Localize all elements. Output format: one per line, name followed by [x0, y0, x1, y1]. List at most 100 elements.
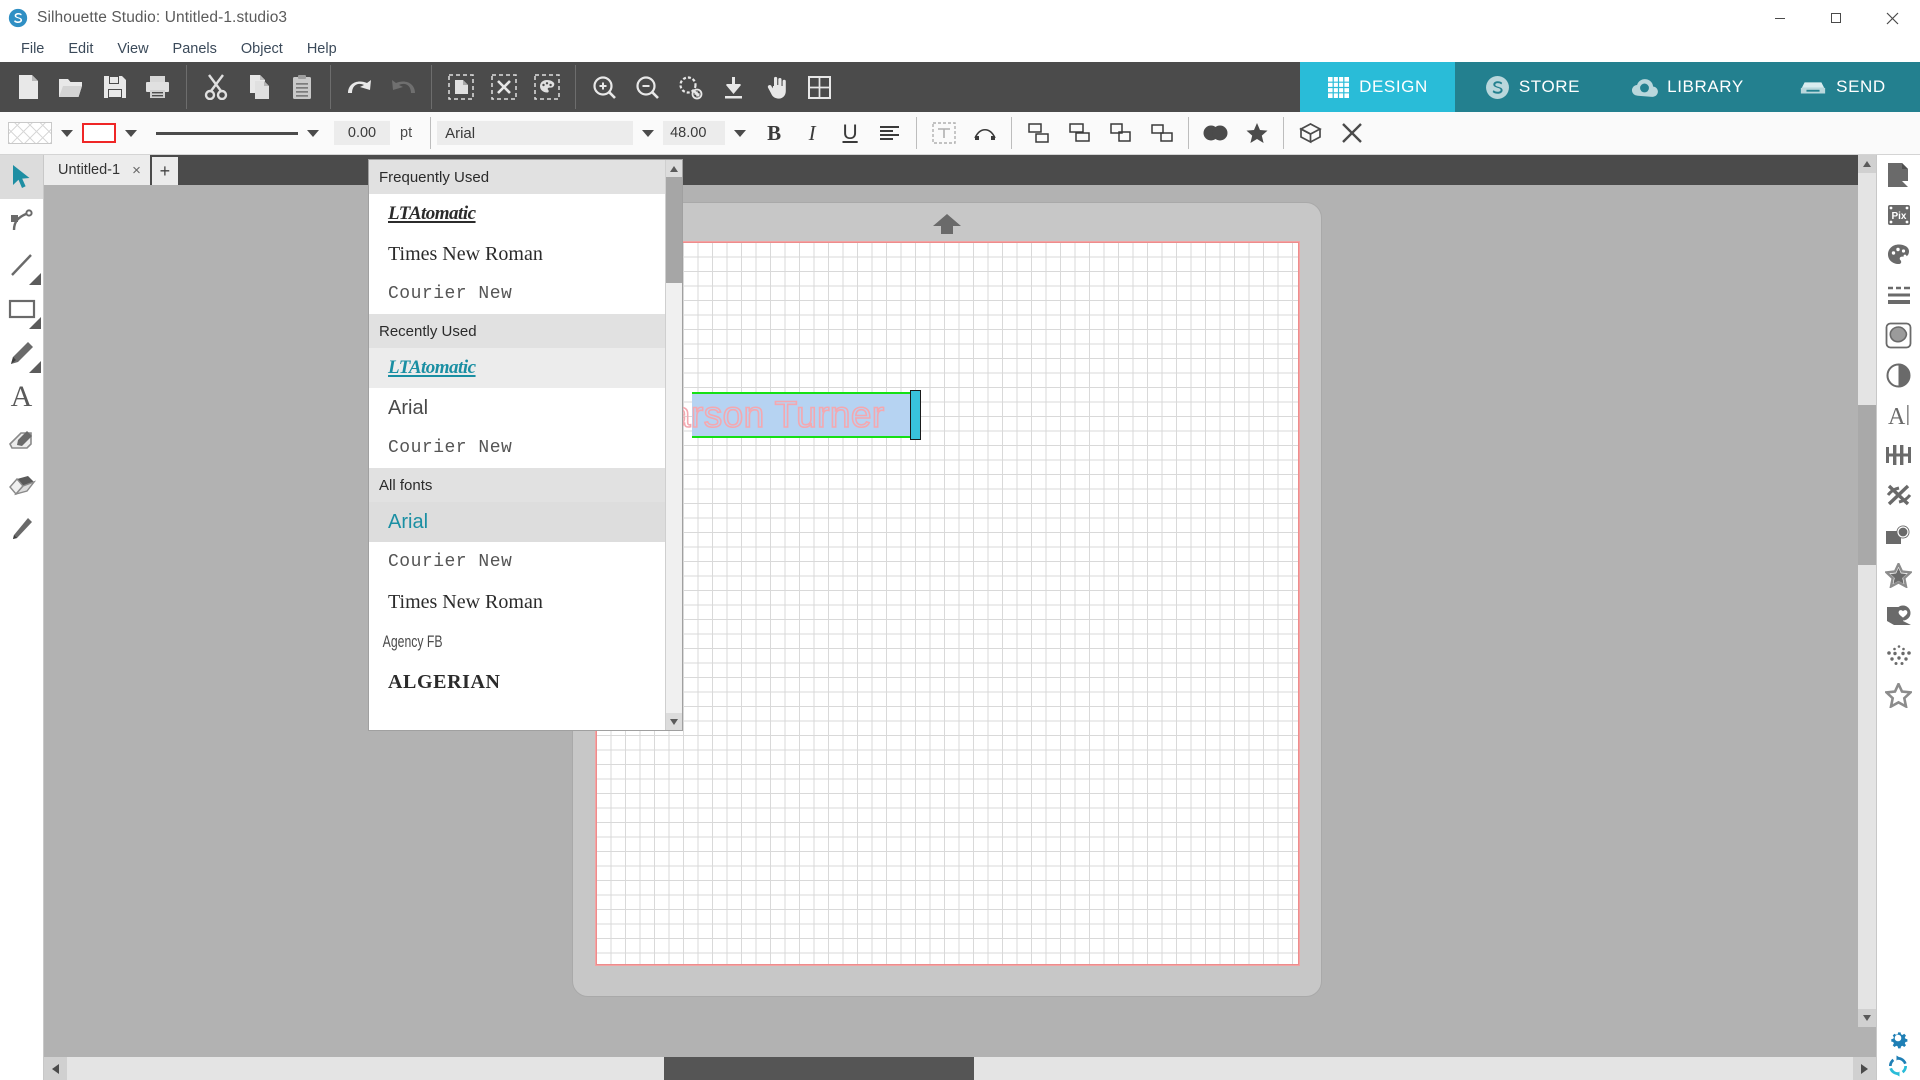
scroll-up-button[interactable]: [1858, 155, 1876, 173]
open-button[interactable]: [50, 65, 93, 109]
panel-offset[interactable]: [1877, 475, 1920, 515]
panel-modify[interactable]: [1877, 355, 1920, 395]
panel-page-setup[interactable]: [1877, 155, 1920, 195]
star-effects-button[interactable]: [1236, 115, 1277, 151]
panel-pixscan[interactable]: Pix: [1877, 195, 1920, 235]
menu-view[interactable]: View: [105, 39, 160, 59]
canvas-text-object[interactable]: arson Turner: [669, 390, 921, 440]
zoom-in-button[interactable]: [583, 65, 626, 109]
tab-send[interactable]: SEND: [1765, 62, 1920, 112]
close-button[interactable]: [1864, 0, 1920, 36]
menu-panels[interactable]: Panels: [161, 39, 229, 59]
font-option-courier-new[interactable]: Courier New: [369, 542, 665, 582]
font-option-ltatomatic-recent[interactable]: LTAtomatic: [369, 348, 665, 388]
font-size-dropdown-caret[interactable]: [734, 129, 747, 137]
knife-tool[interactable]: [0, 507, 43, 551]
panel-design-star[interactable]: [1877, 555, 1920, 595]
font-option-algerian[interactable]: ALGERIAN: [369, 662, 665, 702]
panel-line-style[interactable]: [1877, 275, 1920, 315]
scroll-down-button[interactable]: [1858, 1009, 1876, 1027]
select-all-button[interactable]: [439, 65, 482, 109]
font-family-dropdown[interactable]: Frequently Used LTAtomatic Times New Rom…: [368, 159, 683, 731]
font-list-scroll-down-button[interactable]: [666, 713, 682, 730]
zoom-selection-button[interactable]: [669, 65, 712, 109]
panel-fill[interactable]: [1877, 235, 1920, 275]
line-color-swatch[interactable]: [82, 123, 116, 143]
document-tab-close-icon[interactable]: ×: [132, 162, 141, 179]
bold-button[interactable]: B: [755, 116, 793, 150]
paste-button[interactable]: [280, 65, 323, 109]
font-list-scroll-thumb[interactable]: [666, 177, 682, 283]
fit-page-button[interactable]: [798, 65, 841, 109]
cut-button[interactable]: [194, 65, 237, 109]
pan-button[interactable]: [755, 65, 798, 109]
canvas-horizontal-scrollbar[interactable]: [44, 1057, 1876, 1080]
weld-button[interactable]: [1195, 115, 1236, 151]
select-by-color-button[interactable]: [525, 65, 568, 109]
text-to-path-button[interactable]: [964, 115, 1005, 151]
align-center-button[interactable]: [1059, 115, 1100, 151]
edit-points-tool[interactable]: [0, 199, 43, 243]
menu-help[interactable]: Help: [295, 39, 349, 59]
scroll-right-button[interactable]: [1853, 1057, 1876, 1080]
panel-transform[interactable]: [1877, 435, 1920, 475]
3d-button[interactable]: [1290, 115, 1331, 151]
align-right-button[interactable]: [1100, 115, 1141, 151]
font-family-input[interactable]: [437, 121, 634, 145]
select-tool[interactable]: [0, 155, 43, 199]
panel-library[interactable]: [1877, 595, 1920, 635]
italic-button[interactable]: I: [793, 116, 831, 150]
scroll-left-button[interactable]: [44, 1057, 67, 1080]
vertical-scroll-thumb[interactable]: [1858, 405, 1876, 565]
panel-trace[interactable]: [1877, 315, 1920, 355]
font-size-input[interactable]: [663, 121, 726, 145]
fill-color-swatch[interactable]: [8, 122, 52, 144]
fill-color-dropdown-caret[interactable]: [61, 129, 73, 137]
panel-stipple[interactable]: [1877, 635, 1920, 675]
text-box-button[interactable]: [923, 115, 964, 151]
canvas-vertical-scrollbar[interactable]: [1858, 155, 1876, 1027]
draw-tool[interactable]: [0, 331, 43, 375]
line-style-dropdown-caret[interactable]: [307, 129, 319, 137]
horizontal-scroll-thumb[interactable]: [664, 1057, 974, 1080]
design-canvas[interactable]: arson Turner: [44, 185, 1876, 1057]
line-color-dropdown-caret[interactable]: [125, 129, 137, 137]
panel-text-style[interactable]: A: [1877, 395, 1920, 435]
document-tab[interactable]: Untitled-1 ×: [44, 155, 150, 185]
underline-button[interactable]: U: [831, 116, 869, 150]
redo-button[interactable]: [381, 65, 424, 109]
text-tool[interactable]: A: [0, 375, 43, 419]
zoom-out-button[interactable]: [626, 65, 669, 109]
minimize-button[interactable]: [1752, 0, 1808, 36]
sync-button[interactable]: [1886, 1054, 1910, 1078]
rectangle-tool[interactable]: [0, 287, 43, 331]
add-document-tab-button[interactable]: +: [151, 157, 178, 185]
line-tool-flyout-arrow[interactable]: [29, 273, 41, 285]
tab-design[interactable]: DESIGN: [1300, 62, 1455, 112]
align-left-button[interactable]: [1018, 115, 1059, 151]
font-list-scroll-up-button[interactable]: [666, 160, 682, 177]
font-list-scrollbar[interactable]: [665, 160, 682, 730]
font-option-times-new-roman-frequent[interactable]: Times New Roman: [369, 234, 665, 274]
font-list[interactable]: Frequently Used LTAtomatic Times New Rom…: [369, 160, 665, 730]
panel-replicate[interactable]: [1877, 515, 1920, 555]
mat-grid[interactable]: arson Turner: [595, 241, 1300, 966]
line-tool[interactable]: [0, 243, 43, 287]
font-option-arial[interactable]: Arial: [369, 502, 665, 542]
font-option-arial-recent[interactable]: Arial: [369, 388, 665, 428]
rectangle-tool-flyout-arrow[interactable]: [29, 317, 41, 329]
print-button[interactable]: [136, 65, 179, 109]
undo-button[interactable]: [338, 65, 381, 109]
new-document-button[interactable]: [7, 65, 50, 109]
tab-store[interactable]: STORE: [1455, 62, 1610, 112]
eraser-tool[interactable]: [0, 463, 43, 507]
save-button[interactable]: [93, 65, 136, 109]
font-option-ltatomatic-frequent[interactable]: LTAtomatic: [369, 194, 665, 234]
menu-file[interactable]: File: [9, 39, 56, 59]
menu-edit[interactable]: Edit: [56, 39, 105, 59]
font-option-courier-new-frequent[interactable]: Courier New: [369, 274, 665, 314]
maximize-button[interactable]: [1808, 0, 1864, 36]
copy-button[interactable]: [237, 65, 280, 109]
font-option-courier-new-recent[interactable]: Courier New: [369, 428, 665, 468]
sketch-tool[interactable]: [0, 419, 43, 463]
